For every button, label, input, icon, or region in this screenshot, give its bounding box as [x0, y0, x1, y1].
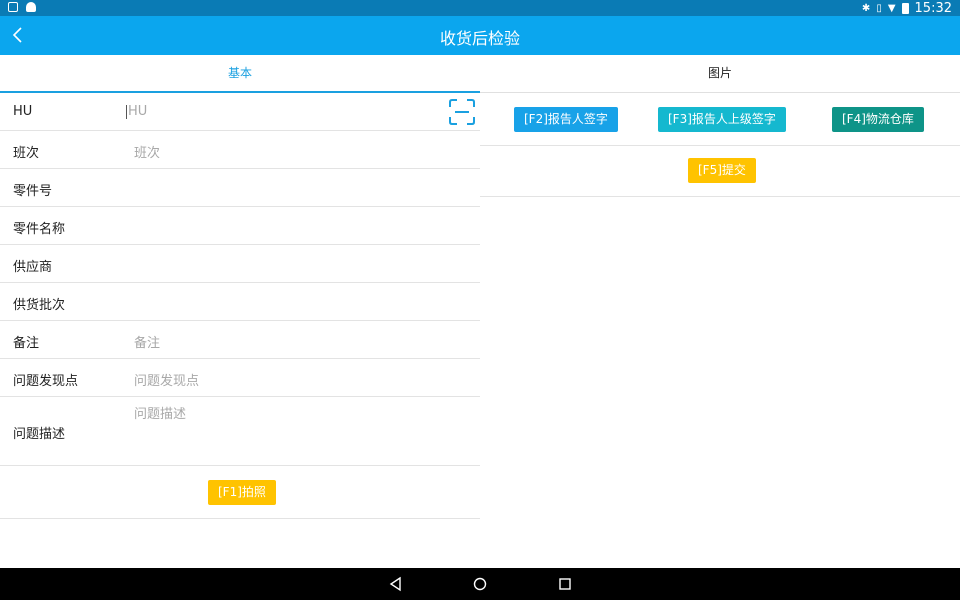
field-label: 班次 [13, 146, 40, 161]
field-issue-location: 问题发现点 问题发现点 [0, 359, 480, 397]
field-label: 零件名称 [13, 222, 66, 237]
field-label: 问题发现点 [13, 374, 79, 389]
field-label: 问题描述 [13, 427, 66, 442]
basic-form: HU HU 班次 班次 零件号 零件名称 供应商 供货批次 备注 备注 问题发现… [0, 93, 480, 568]
take-photo-button[interactable]: [F1]拍照 [208, 480, 276, 505]
recents-square-icon[interactable] [557, 576, 573, 592]
issue-location-input[interactable]: 问题发现点 [134, 370, 199, 389]
field-issue-description: 问题描述 问题描述 [0, 397, 480, 466]
tab-images[interactable]: 图片 [480, 55, 960, 93]
app-bar: 收货后检验 [0, 16, 960, 55]
supervisor-sign-button[interactable]: [F3]报告人上级签字 [658, 107, 786, 132]
status-bar: ✱ ▯ ▼ 15:32 [0, 0, 960, 16]
tab-bar: 基本 图片 [0, 55, 960, 93]
hu-placeholder: HU [128, 104, 148, 119]
vibrate-icon: ▯ [876, 2, 882, 14]
field-shift: 班次 班次 [0, 131, 480, 169]
tab-basic[interactable]: 基本 [0, 55, 480, 93]
field-label: 备注 [13, 336, 40, 351]
divider [480, 145, 960, 146]
photo-row: [F1]拍照 [0, 466, 480, 519]
field-part-name: 零件名称 [0, 207, 480, 245]
logistics-warehouse-button[interactable]: [F4]物流仓库 [832, 107, 924, 132]
field-hu: HU HU [0, 93, 480, 131]
issue-description-input[interactable]: 问题描述 [134, 403, 186, 422]
hu-input[interactable]: HU [126, 104, 147, 119]
field-label: 供货批次 [13, 298, 66, 313]
field-part-number: 零件号 [0, 169, 480, 207]
back-triangle-icon[interactable] [388, 576, 404, 592]
image-icon [8, 2, 18, 12]
image-panel: [F2]报告人签字 [F3]报告人上级签字 [F4]物流仓库 [F5]提交 [480, 93, 960, 568]
shift-input[interactable]: 班次 [134, 142, 160, 161]
android-icon [26, 2, 36, 12]
submit-button[interactable]: [F5]提交 [688, 158, 756, 183]
field-label: HU [13, 104, 33, 119]
divider [480, 196, 960, 197]
home-circle-icon[interactable] [472, 576, 488, 592]
page-title: 收货后检验 [439, 29, 520, 48]
field-label: 供应商 [13, 260, 53, 275]
navigation-bar [0, 568, 960, 600]
field-supply-batch: 供货批次 [0, 283, 480, 321]
field-label: 零件号 [13, 184, 53, 199]
remark-input[interactable]: 备注 [134, 332, 160, 351]
bluetooth-icon: ✱ [861, 2, 871, 14]
field-remark: 备注 备注 [0, 321, 480, 359]
reporter-sign-button[interactable]: [F2]报告人签字 [514, 107, 618, 132]
scan-icon[interactable] [448, 98, 476, 126]
field-supplier: 供应商 [0, 245, 480, 283]
clock: 15:32 [914, 0, 952, 16]
battery-icon [901, 2, 909, 14]
wifi-icon: ▼ [887, 2, 896, 14]
